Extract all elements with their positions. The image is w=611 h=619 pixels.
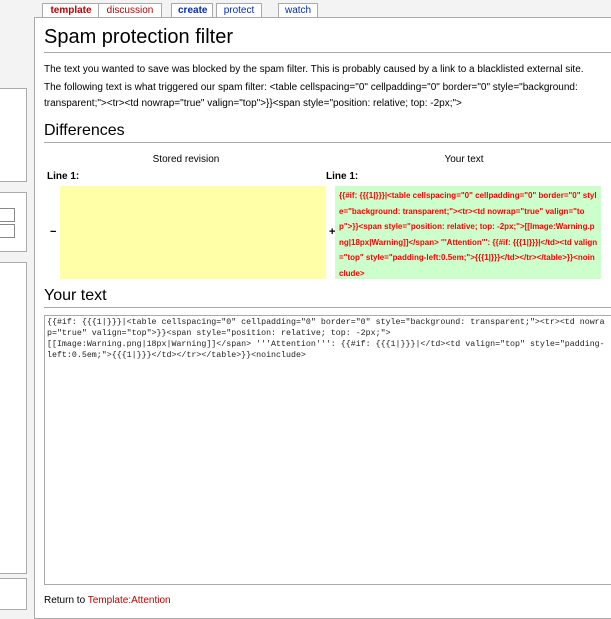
tab-create[interactable]: create (171, 3, 213, 17)
sidebar-box-search (0, 192, 27, 252)
line-number-left: Line 1: (47, 171, 80, 182)
tab-discussion[interactable]: discussion (98, 3, 162, 17)
sidebar-box-toolbox (0, 262, 27, 574)
sidebar-box-bottom (0, 578, 27, 610)
page-title: Spam protection filter (44, 26, 233, 48)
tab-template[interactable]: template (42, 3, 100, 17)
tab-protect[interactable]: protect (216, 3, 262, 17)
your-text-header: Your text (444, 154, 484, 165)
sidebar (0, 0, 30, 610)
intro-text: The text you wanted to save was blocked … (44, 64, 584, 75)
diff-new-cell: {{#if: {{{1|}}}|<table cellspacing="0" c… (335, 186, 601, 279)
return-prefix: Return to (44, 595, 88, 606)
line-number-right: Line 1: (326, 171, 359, 182)
tab-watch[interactable]: watch (278, 3, 318, 17)
title-divider (44, 52, 611, 53)
differences-divider (44, 142, 611, 143)
return-line: Return to Template:Attention (44, 595, 171, 606)
your-text-heading: Your text (44, 287, 107, 304)
wikitext-editor[interactable]: {{#if: {{{1|}}}|<table cellspacing="0" c… (44, 315, 611, 585)
sidebar-search-input[interactable] (0, 208, 15, 222)
sidebar-search-input-2[interactable] (0, 224, 15, 238)
your-text-divider (44, 307, 611, 308)
main-content: Spam protection filter The text you want… (34, 17, 611, 619)
trigger-text: The following text is what triggered our… (44, 82, 578, 109)
sidebar-box-navigation (0, 88, 27, 182)
stored-revision-header: Stored revision (152, 154, 220, 165)
diff-minus-marker: − (50, 226, 57, 238)
return-link[interactable]: Template:Attention (88, 595, 171, 606)
diff-added-text: {{#if: {{{1|}}}|<table cellspacing="0" c… (339, 191, 598, 278)
differences-heading: Differences (44, 122, 125, 139)
diff-old-cell (60, 186, 326, 279)
